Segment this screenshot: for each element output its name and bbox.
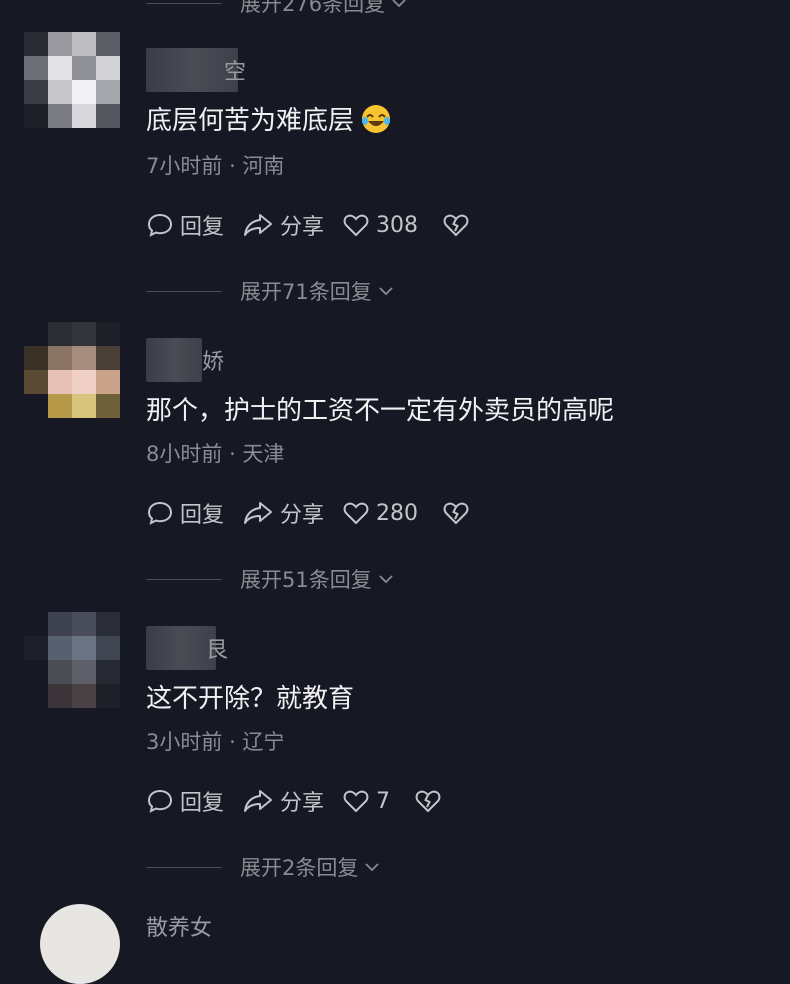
share-arrow-icon — [244, 790, 273, 812]
comment-location: 河南 — [242, 154, 285, 178]
username-label: 散养女 — [146, 916, 213, 941]
comment-body: 那个，护士的工资不一定有外卖员的高呢 — [146, 396, 615, 426]
username-blur — [146, 338, 202, 382]
comment-item: 娇 那个，护士的工资不一定有外卖员的高呢 8小时前 · 天津 回复 分享 280 — [0, 322, 790, 570]
like-count: 7 — [376, 788, 391, 814]
share-label: 分享 — [280, 791, 325, 816]
avatar[interactable] — [24, 612, 120, 708]
heart-icon — [343, 790, 369, 813]
broken-heart-icon — [443, 214, 469, 237]
dislike-button[interactable] — [442, 499, 476, 527]
expand-replies-label: 展开71条回复 — [240, 280, 372, 304]
reply-label: 回复 — [180, 215, 225, 240]
reply-button[interactable]: 回复 — [146, 785, 224, 817]
share-label: 分享 — [280, 503, 325, 528]
share-label: 分享 — [280, 215, 325, 240]
reply-bubble-icon — [147, 789, 173, 813]
comment-time: 3小时前 — [146, 730, 223, 754]
comment-text: 那个，护士的工资不一定有外卖员的高呢 — [146, 390, 614, 427]
comment-item: 艮 这不开除？就教育 3小时前 · 辽宁 回复 分享 7 — [0, 612, 790, 858]
share-button[interactable]: 分享 — [242, 785, 324, 817]
divider-line — [146, 866, 222, 868]
share-arrow-icon — [244, 214, 273, 236]
comment-location: 辽宁 — [242, 730, 285, 754]
share-button[interactable]: 分享 — [242, 497, 324, 529]
reply-button[interactable]: 回复 — [146, 209, 224, 241]
comment-actions: 回复 分享 7 — [146, 784, 466, 818]
username-visible-part: 艮 — [206, 638, 229, 663]
heart-icon — [343, 214, 369, 237]
username[interactable]: 散养女 — [146, 910, 212, 942]
comment-location: 天津 — [242, 442, 285, 466]
expand-replies-top[interactable]: 展开276条回复 — [146, 0, 407, 18]
comment-meta: 8小时前 · 天津 — [146, 438, 284, 468]
like-button[interactable]: 308 — [342, 211, 418, 239]
comment-text: 底层何苦为难底层 — [146, 100, 392, 137]
reply-label: 回复 — [180, 503, 225, 528]
avatar[interactable] — [24, 322, 120, 418]
reply-bubble-icon — [147, 501, 173, 525]
username-visible-part: 空 — [224, 60, 247, 85]
username[interactable]: 艮 — [146, 624, 228, 672]
comment-body: 底层何苦为难底层 — [146, 106, 355, 136]
reply-button[interactable]: 回复 — [146, 497, 224, 529]
comment-item: 空 底层何苦为难底层 7小时前 · 河南 回复 分享 308 — [0, 32, 790, 280]
expand-replies-label: 展开2条回复 — [240, 856, 359, 880]
comment-actions: 回复 分享 280 — [146, 496, 494, 530]
like-button[interactable]: 280 — [342, 499, 418, 527]
comment-time: 7小时前 — [146, 154, 223, 178]
username[interactable]: 娇 — [146, 336, 224, 384]
divider-line — [146, 578, 222, 580]
expand-replies-label: 展开51条回复 — [240, 568, 372, 592]
dislike-button[interactable] — [414, 787, 448, 815]
comment-meta: 3小时前 · 辽宁 — [146, 726, 284, 756]
expand-replies[interactable]: 展开2条回复 — [146, 852, 380, 882]
meta-separator: · — [229, 154, 243, 178]
broken-heart-icon — [443, 502, 469, 525]
username-visible-part: 娇 — [202, 350, 225, 375]
comment-body: 这不开除？就教育 — [146, 684, 355, 714]
chevron-down-icon — [365, 863, 380, 872]
chevron-down-icon — [379, 575, 393, 584]
expand-replies[interactable]: 展开51条回复 — [146, 564, 394, 594]
expand-replies[interactable]: 展开71条回复 — [146, 276, 394, 306]
reply-label: 回复 — [180, 791, 225, 816]
reply-bubble-icon — [147, 213, 173, 237]
username[interactable]: 空 — [146, 46, 246, 94]
chevron-down-icon — [392, 0, 406, 8]
like-count: 280 — [376, 500, 419, 526]
meta-separator: · — [229, 442, 243, 466]
expand-replies-label: 展开276条回复 — [240, 0, 386, 16]
divider-line — [146, 2, 222, 4]
comment-actions: 回复 分享 308 — [146, 208, 494, 242]
like-count: 308 — [376, 212, 419, 238]
broken-heart-icon — [415, 790, 441, 813]
dislike-button[interactable] — [442, 211, 476, 239]
avatar[interactable] — [40, 904, 120, 984]
meta-separator: · — [229, 730, 243, 754]
laughing-emoji-icon — [362, 104, 391, 133]
heart-icon — [343, 502, 369, 525]
share-button[interactable]: 分享 — [242, 209, 324, 241]
avatar[interactable] — [24, 32, 120, 128]
comment-text: 这不开除？就教育 — [146, 678, 354, 715]
divider-line — [146, 290, 222, 292]
comment-meta: 7小时前 · 河南 — [146, 150, 284, 180]
comment-time: 8小时前 — [146, 442, 223, 466]
like-button[interactable]: 7 — [342, 787, 390, 815]
share-arrow-icon — [244, 502, 273, 524]
chevron-down-icon — [379, 287, 393, 296]
